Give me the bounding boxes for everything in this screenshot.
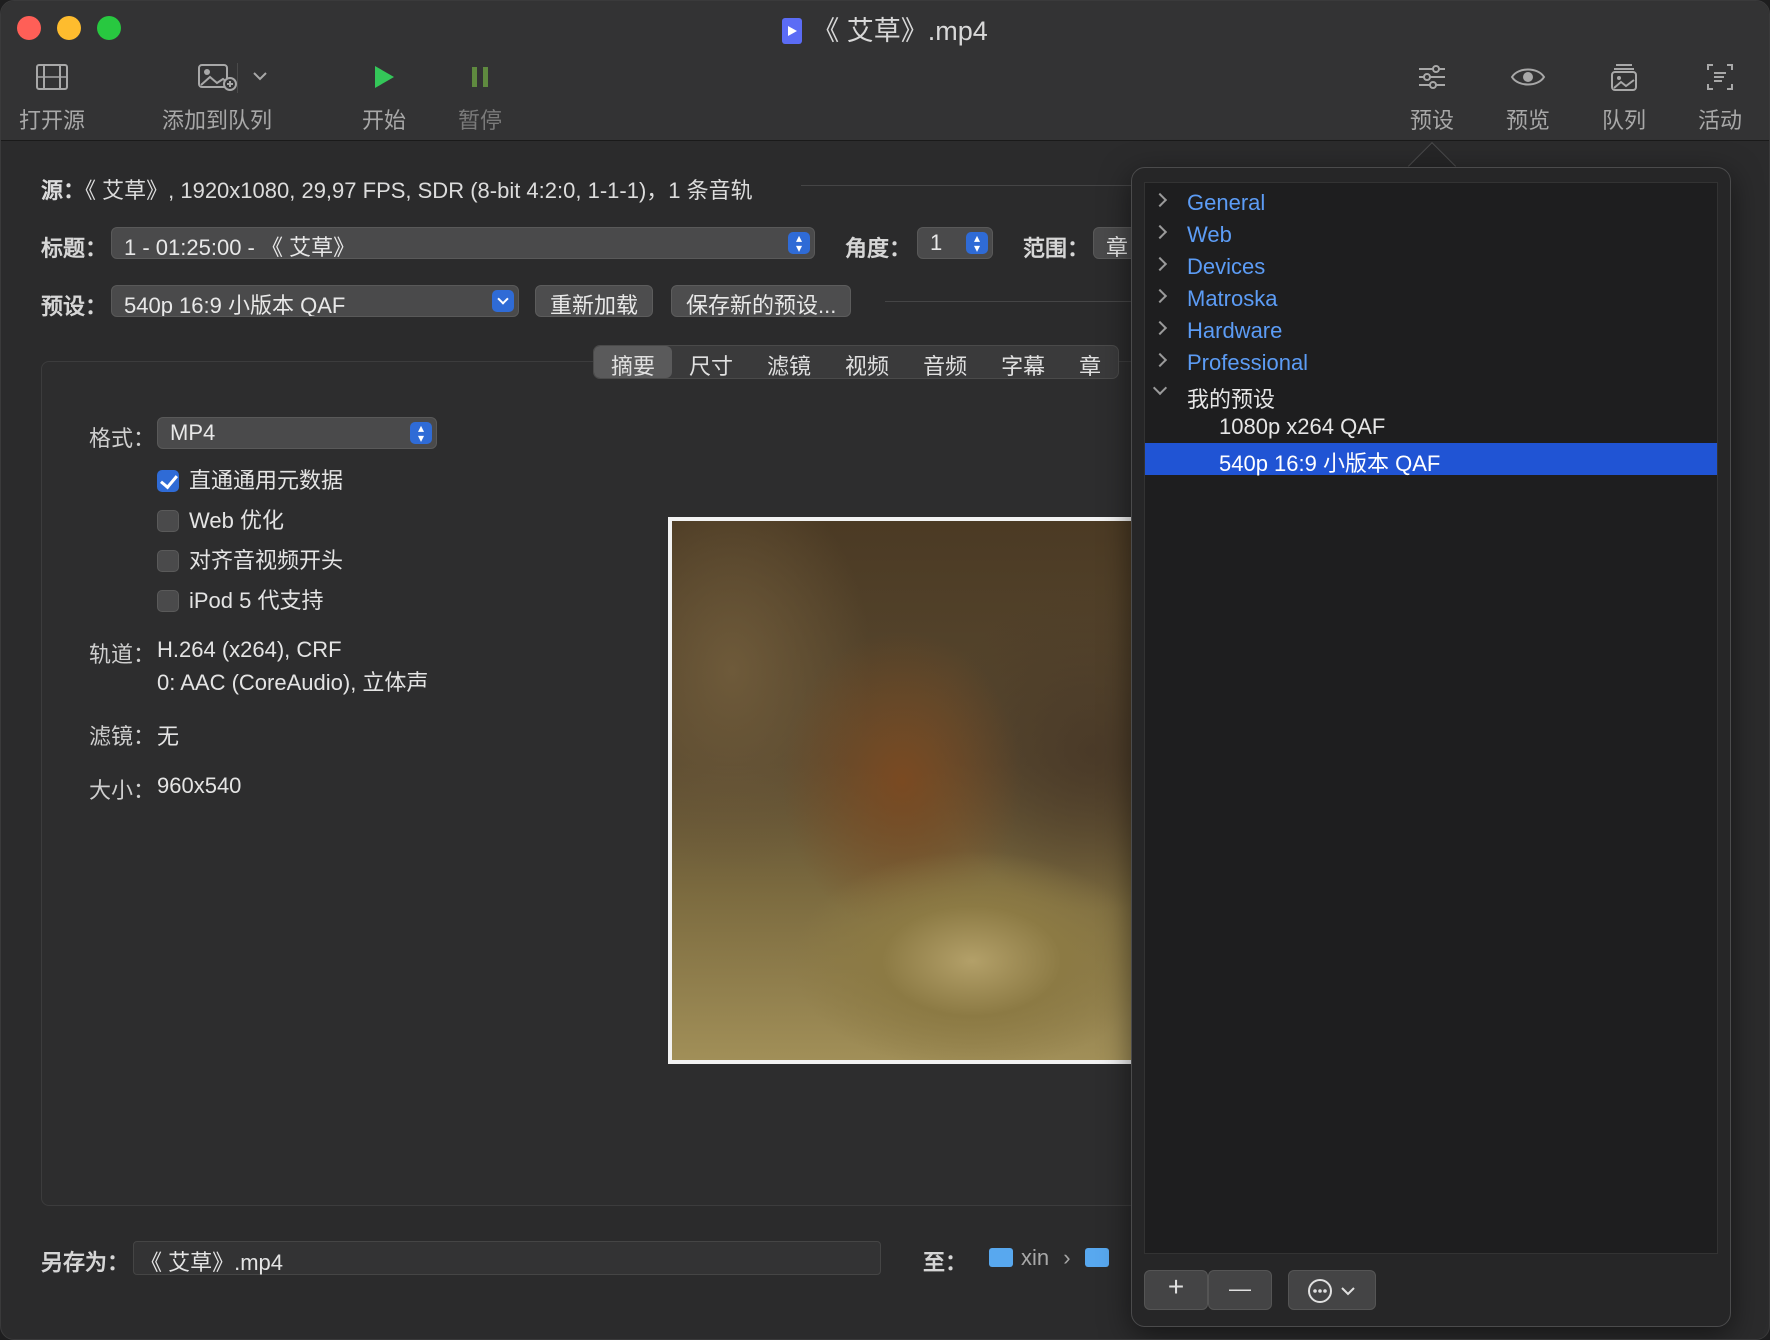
align-av-start-checkbox[interactable]: 对齐音视频开头 [157, 543, 343, 575]
sliders-icon [1407, 59, 1457, 95]
destination-label: 至： [923, 1250, 968, 1275]
add-preset-button[interactable]: + [1144, 1270, 1208, 1310]
start-button[interactable]: 开始 [359, 59, 409, 135]
web-optimize-checkbox[interactable]: Web 优化 [157, 503, 284, 535]
range-label: 范围： [1023, 236, 1090, 261]
tab-video[interactable]: 视频 [828, 346, 906, 378]
app-window: 《 艾草》.mp4 打开源 添加到队列 开始 暂停 预设 预览 队列 活动 源：… [0, 0, 1770, 1340]
tab-subtitles[interactable]: 字幕 [984, 346, 1062, 378]
size-label: 大小： [89, 778, 156, 803]
filters-value: 无 [157, 724, 180, 749]
preset-group-hardware[interactable]: Hardware [1145, 315, 1717, 347]
eye-icon [1503, 59, 1553, 95]
queue-toolbar-button[interactable]: 队列 [1599, 59, 1649, 135]
preview-toolbar-button[interactable]: 预览 [1503, 59, 1553, 135]
title-label: 标题： [41, 236, 108, 261]
preset-group-my-presets[interactable]: 我的预设 [1145, 379, 1717, 412]
size-value: 960x540 [157, 773, 242, 798]
folder-icon [989, 1248, 1013, 1267]
folder-icon [1084, 1248, 1109, 1267]
presets-popover: General Web Devices Matroska Hardware Pr… [1131, 167, 1731, 1327]
reload-preset-button[interactable]: 重新加载 [535, 285, 654, 318]
disclosure-right-icon [1152, 256, 1168, 272]
save-as-field[interactable]: 《 艾草》.mp4 [133, 1241, 881, 1275]
preset-group-general[interactable]: General [1145, 187, 1717, 219]
pause-icon [455, 59, 505, 95]
open-source-button[interactable]: 打开源 [17, 59, 87, 135]
preset-item-540p-selected[interactable]: 540p 16:9 小版本 QAF [1145, 443, 1717, 476]
activity-log-icon [1695, 59, 1745, 95]
settings-tabs: 摘要 尺寸 滤镜 视频 音频 字幕 章 [593, 345, 1120, 379]
video-file-icon [782, 18, 803, 44]
video-track-info: H.264 (x264), CRF [157, 637, 342, 662]
tab-audio[interactable]: 音频 [906, 346, 984, 378]
preset-item-1080p[interactable]: 1080p x264 QAF [1145, 411, 1717, 443]
ipod5g-support-checkbox[interactable]: iPod 5 代支持 [157, 583, 324, 615]
disclosure-right-icon [1152, 224, 1168, 240]
filters-label: 滤镜： [89, 724, 156, 749]
preset-list: General Web Devices Matroska Hardware Pr… [1144, 182, 1718, 1254]
checkbox-unchecked-icon [157, 550, 179, 572]
save-new-preset-button[interactable]: 保存新的预设... [671, 285, 852, 318]
tab-chapters[interactable]: 章 [1062, 346, 1118, 378]
add-queue-dropdown-chevron-icon[interactable] [251, 69, 269, 88]
preset-group-devices[interactable]: Devices [1145, 251, 1717, 283]
angle-label: 角度： [845, 236, 912, 261]
chevron-down-icon [492, 290, 514, 312]
destination-path[interactable]: xin › [989, 1245, 1117, 1271]
tracks-label: 轨道： [89, 642, 156, 667]
tab-summary[interactable]: 摘要 [594, 346, 673, 378]
presets-toolbar-button[interactable]: 预设 [1407, 59, 1457, 135]
activity-toolbar-button[interactable]: 活动 [1695, 59, 1745, 135]
preset-divider [885, 301, 1145, 302]
film-icon [17, 59, 87, 95]
checkbox-unchecked-icon [157, 590, 179, 612]
save-as-label: 另存为： [41, 1250, 130, 1275]
source-info: 源：《 艾草》, 1920x1080, 29,97 FPS, SDR (8-bi… [41, 178, 753, 203]
preset-options-button[interactable] [1288, 1270, 1376, 1310]
checkbox-checked-icon [157, 470, 179, 492]
preview-thumbnail [668, 517, 1138, 1064]
toolbar: 《 艾草》.mp4 打开源 添加到队列 开始 暂停 预设 预览 队列 活动 [1, 1, 1769, 141]
disclosure-right-icon [1152, 288, 1168, 304]
format-label: 格式： [89, 426, 156, 451]
toolbar-divider [237, 63, 238, 93]
passthrough-metadata-checkbox[interactable]: 直通通用元数据 [157, 463, 343, 495]
checkbox-unchecked-icon [157, 510, 179, 532]
angle-select[interactable]: 1 ▴ ▾ [917, 227, 993, 259]
disclosure-right-icon [1152, 192, 1168, 208]
title-select[interactable]: 1 - 01:25:00 - 《 艾草》 ▴ ▾ [111, 227, 815, 259]
preset-group-web[interactable]: Web [1145, 219, 1717, 251]
preset-group-matroska[interactable]: Matroska [1145, 283, 1717, 315]
format-select[interactable]: MP4 ▴ ▾ [157, 417, 437, 449]
more-options-icon [1308, 1279, 1355, 1303]
format-stepper-icon: ▴ ▾ [410, 422, 432, 444]
play-icon [359, 59, 409, 95]
disclosure-right-icon [1152, 352, 1168, 368]
preset-group-professional[interactable]: Professional [1145, 347, 1717, 379]
tab-filters[interactable]: 滤镜 [750, 346, 828, 378]
audio-track-info: 0: AAC (CoreAudio), 立体声 [157, 670, 429, 695]
tab-dimensions[interactable]: 尺寸 [672, 346, 750, 378]
source-divider [801, 185, 1141, 186]
title-stepper-icon: ▴ ▾ [788, 232, 810, 254]
disclosure-right-icon [1152, 320, 1168, 336]
preset-label: 预设： [41, 294, 108, 319]
disclosure-down-icon [1152, 380, 1168, 396]
window-title: 《 艾草》.mp4 [1, 9, 1769, 48]
preset-select[interactable]: 540p 16:9 小版本 QAF [111, 285, 519, 317]
angle-stepper-icon: ▴ ▾ [966, 232, 988, 254]
pause-button[interactable]: 暂停 [455, 59, 505, 135]
photo-stack-icon [1599, 59, 1649, 95]
remove-preset-button[interactable]: — [1208, 1270, 1272, 1310]
